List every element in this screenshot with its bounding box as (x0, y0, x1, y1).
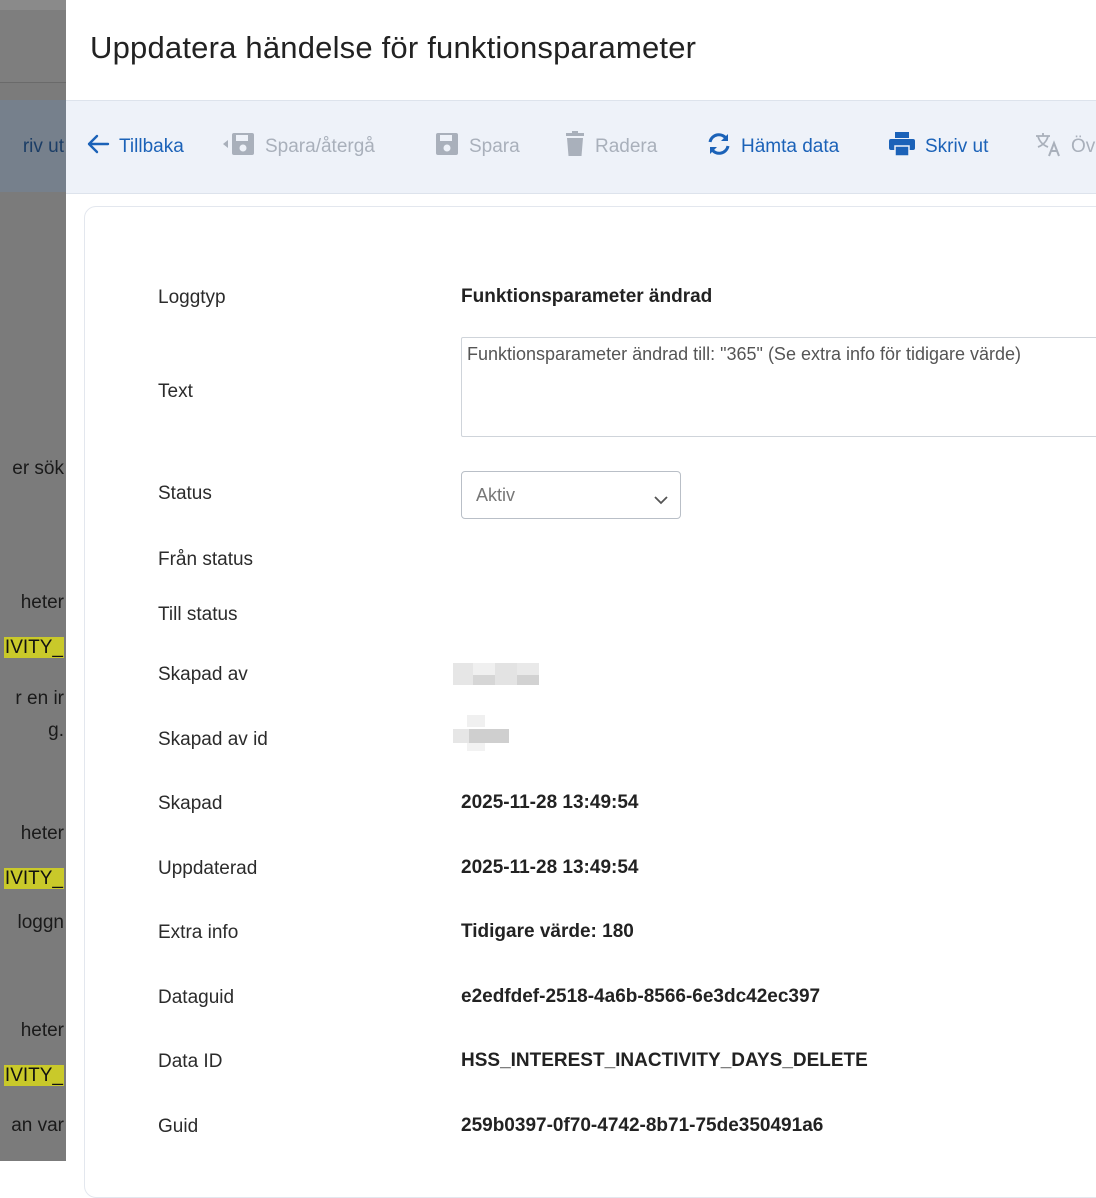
log-type-value: Funktionsparameter ändrad (461, 286, 713, 307)
updated-value: 2025-11-28 13:49:54 (461, 857, 639, 878)
status-label: Status (158, 483, 212, 504)
data-id-label: Data ID (158, 1051, 223, 1072)
toolbar: Tillbaka Spara/återgå Spara Radera Hämta… (66, 100, 1096, 194)
to-status-label: Till status (158, 604, 238, 625)
guid-value: 259b0397-0f70-4742-8b71-75de350491a6 (461, 1115, 824, 1136)
background-toolbar: riv ut (0, 100, 66, 192)
created-by-id-label: Skapad av id (158, 729, 268, 750)
save-return-icon (222, 131, 256, 163)
data-id-value: HSS_INTEREST_INACTIVITY_DAYS_DELETE (461, 1050, 868, 1071)
created-by-redacted (453, 655, 557, 693)
from-status-label: Från status (158, 549, 254, 570)
modal-header: Uppdatera händelse för funktionsparamete… (66, 0, 1096, 100)
delete-button[interactable]: Radera (564, 131, 657, 163)
arrow-left-icon (86, 133, 110, 161)
background-text: r en ir (15, 688, 64, 709)
created-by-label: Skapad av (158, 664, 248, 685)
created-label: Skapad (158, 793, 223, 814)
page-title: Uppdatera händelse för funktionsparamete… (90, 30, 697, 65)
background-toolbar-text: riv ut (22, 136, 64, 157)
background-text: er sök (12, 458, 64, 479)
background-highlight: IVITY_ (3, 868, 64, 889)
status-selected-value: Aktiv (476, 485, 516, 505)
save-button[interactable]: Spara (434, 133, 520, 161)
status-select[interactable]: Aktiv (461, 471, 681, 519)
extra-info-label: Extra info (158, 922, 239, 943)
back-button[interactable]: Tillbaka (86, 133, 184, 161)
background-text: heter (20, 592, 64, 613)
extra-info-value: Tidigare värde: 180 (461, 921, 634, 942)
background-header (0, 10, 66, 83)
guid-label: Guid (158, 1116, 199, 1137)
background-text: heter (20, 1020, 64, 1041)
background-highlight: IVITY_ (3, 637, 64, 658)
translate-icon (1034, 131, 1062, 163)
printer-icon (888, 131, 916, 163)
dataguid-value: e2edfdef-2518-4a6b-8566-6e3dc42ec397 (461, 986, 821, 1007)
save-icon (434, 131, 460, 163)
fetch-data-button[interactable]: Hämta data (706, 133, 839, 161)
refresh-icon (706, 131, 732, 163)
dataguid-label: Dataguid (158, 987, 235, 1008)
created-by-id-redacted (453, 715, 517, 753)
print-button[interactable]: Skriv ut (888, 131, 988, 163)
chevron-down-icon (654, 489, 668, 510)
created-value: 2025-11-28 13:49:54 (461, 792, 639, 813)
background-highlight: IVITY_ (3, 1065, 64, 1086)
background-text: loggn (17, 912, 65, 933)
background-page: riv ut er sök heter IVITY_ r en ir g. he… (0, 0, 66, 1161)
text-field[interactable]: Funktionsparameter ändrad till: "365" (S… (461, 337, 1096, 437)
trash-icon (564, 131, 586, 163)
translate-button[interactable]: Öv (1034, 133, 1095, 161)
background-text: heter (20, 823, 64, 844)
details-card: Loggtyp Funktionsparameter ändrad Text F… (84, 206, 1096, 1198)
log-type-label: Loggtyp (158, 287, 226, 308)
background-top-strip (0, 0, 66, 10)
save-return-button[interactable]: Spara/återgå (222, 133, 375, 161)
background-text: g. (48, 720, 64, 741)
edit-event-modal: Uppdatera händelse för funktionsparamete… (66, 0, 1096, 1198)
background-text: an var (11, 1115, 64, 1136)
updated-label: Uppdaterad (158, 858, 258, 879)
text-label: Text (158, 381, 193, 402)
